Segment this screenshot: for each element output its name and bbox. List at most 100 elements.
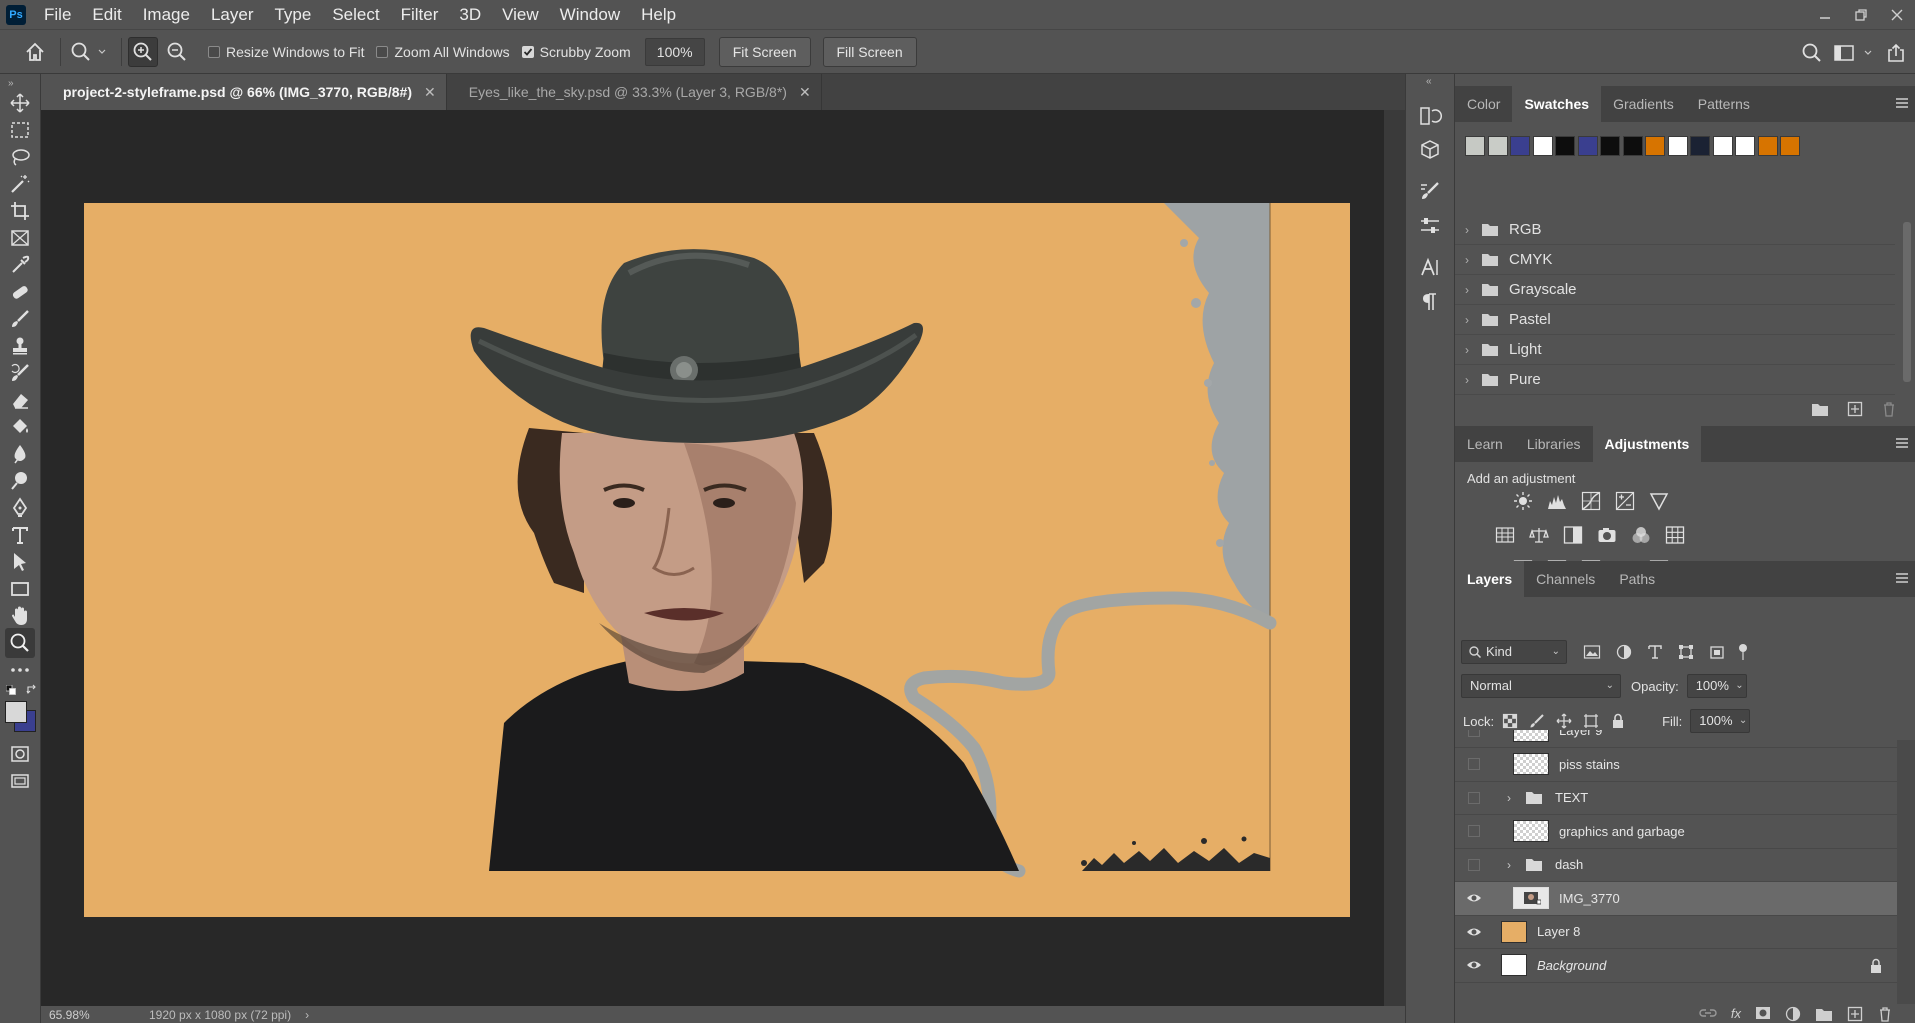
- tab-paths[interactable]: Paths: [1607, 561, 1667, 597]
- layer-row[interactable]: Layer 9: [1455, 730, 1897, 748]
- eyedropper-tool[interactable]: [5, 250, 35, 280]
- share-button[interactable]: [1881, 38, 1911, 68]
- 3d-panel-button[interactable]: [1416, 136, 1444, 164]
- layer-row[interactable]: › TEXT: [1455, 781, 1897, 815]
- status-zoom[interactable]: 65.98%: [49, 1008, 111, 1022]
- close-tab-icon[interactable]: ✕: [799, 84, 811, 101]
- layer-row[interactable]: piss stains: [1455, 748, 1897, 782]
- swatches-scrollbar[interactable]: [1903, 222, 1911, 382]
- eraser-tool[interactable]: [5, 385, 35, 415]
- foreground-color-swatch[interactable]: [5, 701, 27, 723]
- new-layer-icon[interactable]: [1847, 1006, 1863, 1022]
- workspace-switcher[interactable]: [1831, 38, 1877, 68]
- menu-window[interactable]: Window: [550, 0, 631, 29]
- lock-artboard-icon[interactable]: [1583, 713, 1599, 729]
- path-selection-tool[interactable]: [5, 547, 35, 577]
- swatch-group-pastel[interactable]: › Pastel: [1455, 305, 1895, 335]
- history-panel-button[interactable]: [1416, 102, 1444, 130]
- menu-edit[interactable]: Edit: [82, 0, 132, 29]
- swatch-group-pure[interactable]: › Pure: [1455, 365, 1895, 395]
- pen-tool[interactable]: [5, 493, 35, 523]
- canvas-vertical-scrollbar[interactable]: [1384, 110, 1405, 1006]
- paint-bucket-tool[interactable]: [5, 412, 35, 442]
- channel-mixer-icon[interactable]: [1629, 523, 1653, 547]
- brush-tool[interactable]: [5, 304, 35, 334]
- menu-select[interactable]: Select: [322, 0, 390, 29]
- swatch-chip[interactable]: [1645, 136, 1665, 156]
- move-tool[interactable]: [5, 88, 35, 118]
- swatch-chip[interactable]: [1667, 136, 1688, 156]
- search-button[interactable]: [1797, 38, 1827, 68]
- tab-swatches[interactable]: Swatches: [1512, 86, 1602, 122]
- menu-type[interactable]: Type: [264, 0, 322, 29]
- chevron-right-icon[interactable]: ›: [1507, 858, 1525, 872]
- lock-transparent-icon[interactable]: [1502, 713, 1518, 729]
- resize-windows-checkbox[interactable]: Resize Windows to Fit: [208, 44, 364, 60]
- tab-gradients[interactable]: Gradients: [1601, 86, 1686, 122]
- minimize-button[interactable]: [1807, 0, 1843, 29]
- swatch-group-rgb[interactable]: › RGB: [1455, 215, 1895, 245]
- layer-row[interactable]: Background: [1455, 949, 1897, 983]
- layer-style-icon[interactable]: fx: [1731, 1006, 1741, 1022]
- swap-colors-icon[interactable]: [26, 684, 38, 696]
- layer-visibility-toggle[interactable]: [1461, 781, 1487, 815]
- menu-view[interactable]: View: [492, 0, 550, 29]
- layer-visibility-toggle[interactable]: [1461, 848, 1487, 882]
- new-group-icon[interactable]: [1815, 1006, 1833, 1022]
- panel-menu-icon[interactable]: [1895, 96, 1909, 110]
- rectangle-tool[interactable]: [5, 574, 35, 604]
- layer-visibility-toggle[interactable]: [1461, 881, 1487, 915]
- trash-icon[interactable]: [1877, 1006, 1893, 1022]
- levels-icon[interactable]: [1545, 489, 1569, 513]
- layer-visibility-toggle[interactable]: [1461, 730, 1487, 748]
- menu-help[interactable]: Help: [631, 0, 687, 29]
- doc-tab-styleframe[interactable]: project-2-styleframe.psd @ 66% (IMG_3770…: [41, 74, 447, 110]
- crop-tool[interactable]: [5, 196, 35, 226]
- scrubby-zoom-checkbox[interactable]: Scrubby Zoom: [521, 44, 631, 60]
- paragraph-panel-button[interactable]: [1416, 288, 1444, 316]
- marquee-tool[interactable]: [5, 115, 35, 145]
- new-swatch-icon[interactable]: [1847, 401, 1863, 417]
- new-folder-icon[interactable]: [1811, 401, 1829, 417]
- tool-preset-picker[interactable]: [67, 37, 111, 67]
- menu-image[interactable]: Image: [133, 0, 201, 29]
- tab-patterns[interactable]: Patterns: [1686, 86, 1762, 122]
- fill-screen-button[interactable]: Fill Screen: [822, 36, 917, 67]
- tab-learn[interactable]: Learn: [1455, 426, 1515, 462]
- collapse-dock-icon[interactable]: «: [1426, 76, 1432, 87]
- tab-color[interactable]: Color: [1455, 86, 1512, 122]
- layer-visibility-toggle[interactable]: [1461, 814, 1487, 848]
- menu-3d[interactable]: 3D: [449, 0, 492, 29]
- properties-panel-button[interactable]: [1416, 212, 1444, 240]
- doc-tab-eyes[interactable]: Eyes_like_the_sky.psd @ 33.3% (Layer 3, …: [447, 74, 822, 110]
- menu-filter[interactable]: Filter: [391, 0, 450, 29]
- zoom-in-button[interactable]: [128, 36, 158, 67]
- swatch-chip[interactable]: [1487, 136, 1508, 156]
- tab-libraries[interactable]: Libraries: [1515, 426, 1593, 462]
- swatch-chip[interactable]: [1690, 136, 1710, 156]
- layer-visibility-toggle[interactable]: [1461, 747, 1487, 781]
- filter-toggle-icon[interactable]: [1737, 643, 1749, 661]
- zoom-tool[interactable]: [5, 628, 35, 658]
- layer-row[interactable]: graphics and garbage: [1455, 815, 1897, 849]
- dodge-tool[interactable]: [5, 466, 35, 496]
- opacity-field[interactable]: 100% ⌄: [1686, 674, 1747, 698]
- curves-icon[interactable]: [1579, 489, 1603, 513]
- blur-tool[interactable]: [5, 439, 35, 469]
- swatch-group-light[interactable]: › Light: [1455, 335, 1895, 365]
- fit-screen-button[interactable]: Fit Screen: [718, 36, 811, 67]
- type-filter-icon[interactable]: [1647, 644, 1663, 660]
- hand-tool[interactable]: [5, 601, 35, 631]
- tab-channels[interactable]: Channels: [1524, 561, 1607, 597]
- layer-row[interactable]: IMG_3770: [1455, 881, 1897, 916]
- status-menu-icon[interactable]: ›: [305, 1008, 309, 1022]
- chevron-right-icon[interactable]: ›: [1507, 791, 1525, 805]
- color-balance-icon[interactable]: [1527, 523, 1551, 547]
- hue-saturation-icon[interactable]: [1493, 523, 1517, 547]
- color-lookup-icon[interactable]: [1663, 523, 1687, 547]
- swatch-chip[interactable]: [1577, 136, 1598, 156]
- canvas-area[interactable]: [41, 110, 1384, 1006]
- layer-row[interactable]: Layer 8: [1455, 915, 1897, 949]
- blend-mode-select[interactable]: Normal ⌄: [1461, 674, 1621, 698]
- layer-visibility-toggle[interactable]: [1461, 915, 1487, 949]
